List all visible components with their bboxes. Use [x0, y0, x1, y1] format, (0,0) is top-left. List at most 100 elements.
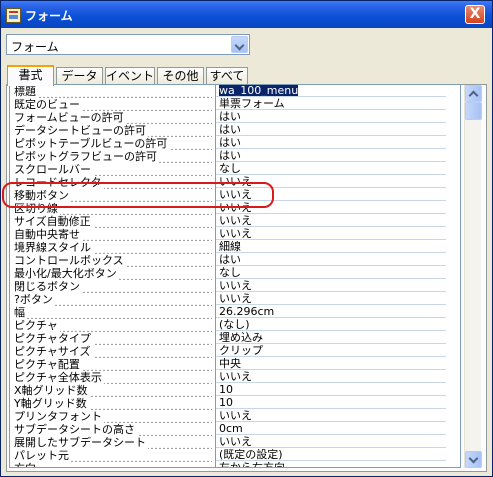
property-label-text: プリンタフォント [14, 410, 104, 423]
property-row[interactable]: 幅 26.296cm [10, 306, 460, 319]
property-row[interactable]: 境界線スタイル 細線 [10, 241, 460, 254]
property-value[interactable]: はい [216, 124, 446, 136]
property-label: ピクチャ全体表示 [14, 371, 212, 384]
property-label-text: 既定のビュー [14, 98, 82, 111]
property-label: ピクチャ配置 [14, 358, 212, 371]
property-value[interactable]: なし [216, 163, 446, 175]
property-value[interactable]: 左から右方向 [216, 462, 446, 467]
tab-all[interactable]: すべて [206, 67, 248, 85]
property-value-text: 細線 [219, 241, 241, 253]
property-label: X軸グリッド数 [14, 384, 212, 397]
property-value[interactable]: (既定の設定) [216, 449, 446, 461]
property-value[interactable]: いいえ [216, 436, 446, 448]
window-title: フォーム [25, 9, 73, 23]
property-row[interactable]: ピボットグラフビューの許可 はい [10, 150, 460, 163]
property-label-text: ピボットテーブルビューの許可 [14, 137, 170, 150]
property-value[interactable]: 中央 [216, 358, 446, 370]
property-label-text: サイズ自動修正 [14, 215, 93, 228]
property-row[interactable]: 方向 左から右方向 [10, 462, 460, 467]
property-value[interactable]: いいえ [216, 215, 446, 227]
property-value-text: はい [219, 137, 241, 149]
property-row[interactable]: 標題 wa_100_menu [10, 85, 460, 98]
property-label: 幅 [14, 306, 212, 319]
property-value[interactable]: いいえ [216, 371, 446, 383]
property-row[interactable]: スクロールバー なし [10, 163, 460, 176]
scroll-up-icon[interactable] [465, 85, 482, 102]
property-value[interactable]: 埋め込み [216, 332, 446, 344]
tab-other[interactable]: その他 [157, 67, 204, 85]
property-value[interactable]: wa_100_menu [216, 85, 446, 97]
property-value[interactable]: (なし) [216, 319, 446, 331]
form-icon [6, 8, 21, 23]
property-value[interactable]: はい [216, 254, 446, 266]
property-row[interactable]: サブデータシートの高さ 0cm [10, 423, 460, 436]
property-value[interactable]: はい [216, 150, 446, 162]
property-row[interactable]: プリンタフォント いいえ [10, 410, 460, 423]
property-row[interactable]: データシートビューの許可 はい [10, 124, 460, 137]
scroll-thumb[interactable] [465, 102, 482, 120]
property-label-text: データシートビューの許可 [14, 124, 148, 137]
property-value[interactable]: 10 [216, 384, 446, 396]
scroll-down-icon[interactable] [465, 451, 482, 468]
property-row[interactable]: 最小化/最大化ボタン なし [10, 267, 460, 280]
property-row[interactable]: ピクチャ (なし) [10, 319, 460, 332]
property-value[interactable]: 0cm [216, 423, 446, 435]
property-row[interactable]: コントロールボックス はい [10, 254, 460, 267]
property-value[interactable]: いいえ [216, 410, 446, 422]
property-value-text: (なし) [219, 319, 250, 331]
chevron-down-icon[interactable] [231, 36, 248, 53]
property-label: ?ボタン [14, 293, 212, 306]
property-label: 方向 [14, 462, 212, 467]
property-label-text: 展開したサブデータシート [14, 436, 148, 449]
close-button[interactable]: X [465, 5, 485, 24]
property-label: 展開したサブデータシート [14, 436, 212, 449]
property-label-text: スクロールバー [14, 163, 93, 176]
property-value[interactable]: 10 [216, 397, 446, 409]
property-label: 境界線スタイル [14, 241, 212, 254]
property-label: データシートビューの許可 [14, 124, 212, 137]
property-row[interactable]: ピボットテーブルビューの許可 はい [10, 137, 460, 150]
property-value[interactable]: 単票フォーム [216, 98, 446, 110]
property-value[interactable]: はい [216, 137, 446, 149]
property-row[interactable]: 自動中央寄せ いいえ [10, 228, 460, 241]
property-label-text: ピクチャ配置 [14, 358, 82, 371]
property-row[interactable]: X軸グリッド数 10 [10, 384, 460, 397]
property-grid: 標題 wa_100_menu 既定のビュー 単票フォーム フォームビューの許可 はい データ… [9, 84, 461, 468]
property-value[interactable]: いいえ [216, 280, 446, 292]
property-row[interactable]: Y軸グリッド数 10 [10, 397, 460, 410]
property-value[interactable]: いいえ [216, 293, 446, 305]
tab-data[interactable]: データ [56, 67, 103, 85]
title-bar[interactable]: フォーム X [1, 1, 492, 28]
property-row[interactable]: 既定のビュー 単票フォーム [10, 98, 460, 111]
tab-format[interactable]: 書式 [7, 65, 54, 86]
property-label: 既定のビュー [14, 98, 212, 111]
property-value[interactable]: なし [216, 267, 446, 279]
property-value[interactable]: いいえ [216, 228, 446, 240]
property-label-text: フォームビューの許可 [14, 111, 126, 124]
property-value[interactable]: 細線 [216, 241, 446, 253]
property-row[interactable]: ピクチャタイプ 埋め込み [10, 332, 460, 345]
property-row[interactable]: フォームビューの許可 はい [10, 111, 460, 124]
property-label-text: Y軸グリッド数 [14, 397, 89, 410]
property-label: ピクチャタイプ [14, 332, 212, 345]
vertical-scrollbar[interactable] [464, 85, 482, 468]
property-label-text: 幅 [14, 306, 27, 319]
property-value-text: いいえ [219, 410, 252, 422]
property-row[interactable]: 展開したサブデータシート いいえ [10, 436, 460, 449]
property-value-text: 中央 [219, 358, 241, 370]
property-row[interactable]: パレット元 (既定の設定) [10, 449, 460, 462]
property-value[interactable]: 26.296cm [216, 306, 446, 318]
property-value[interactable]: クリップ [216, 345, 446, 357]
property-label-text: 閉じるボタン [14, 280, 82, 293]
property-value-text: 左から右方向 [219, 462, 285, 467]
property-row[interactable]: ピクチャサイズ クリップ [10, 345, 460, 358]
tab-event[interactable]: イベント [105, 67, 155, 85]
property-row[interactable]: サイズ自動修正 いいえ [10, 215, 460, 228]
property-row[interactable]: ?ボタン いいえ [10, 293, 460, 306]
property-value-text: はい [219, 254, 241, 266]
object-selector-dropdown[interactable]: フォーム [6, 34, 250, 55]
property-row[interactable]: ピクチャ全体表示 いいえ [10, 371, 460, 384]
property-row[interactable]: ピクチャ配置 中央 [10, 358, 460, 371]
property-value[interactable]: はい [216, 111, 446, 123]
property-row[interactable]: 閉じるボタン いいえ [10, 280, 460, 293]
